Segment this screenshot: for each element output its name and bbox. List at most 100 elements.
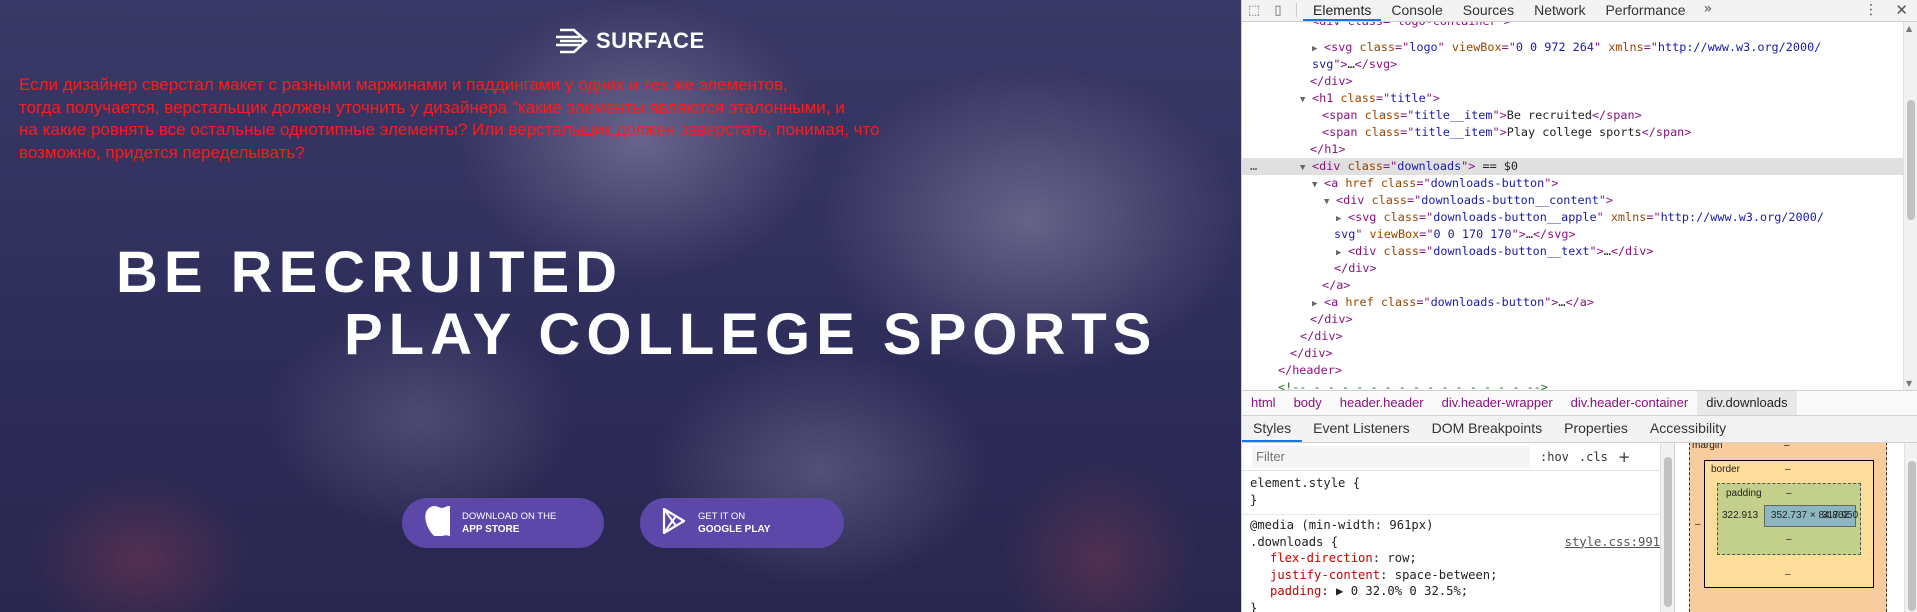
dom-node[interactable]: </header> [1242, 362, 1904, 379]
tab-properties[interactable]: Properties [1553, 415, 1639, 442]
google-play-button-text: GET IT ON GOOGLE PLAY [698, 510, 770, 536]
logo-text: SURFACE [596, 28, 705, 53]
box-model-scrollbar[interactable] [1904, 443, 1917, 612]
dom-node[interactable]: svg">…</svg> [1242, 56, 1904, 73]
scroll-thumb[interactable] [1664, 457, 1672, 607]
close-devtools-icon[interactable]: ✕ [1895, 0, 1908, 22]
inspect-element-icon[interactable]: ⬚ [1242, 0, 1266, 21]
breadcrumb-body[interactable]: body [1285, 391, 1331, 415]
dom-node[interactable]: ▶ <a href class="downloads-button">…</a> [1242, 294, 1904, 311]
question-line: Если дизайнер сверстал макет с разными м… [19, 75, 788, 94]
dom-node[interactable]: ▶ <div class="downloads-button__text">…</… [1242, 243, 1904, 260]
breadcrumb: html body header.header div.header-wrapp… [1242, 390, 1917, 416]
scroll-thumb[interactable] [1907, 100, 1915, 220]
hov-toggle-button[interactable]: :hov [1540, 450, 1569, 464]
rule-close-brace: } [1250, 600, 1258, 612]
dom-node[interactable]: </div> [1242, 345, 1904, 362]
scroll-down-arrow-icon[interactable]: ▼ [1906, 379, 1912, 388]
app-store-top-label: DOWNLOAD ON THE [462, 511, 557, 522]
styles-pane: :hov .cls + element.style { } @media (mi… [1242, 443, 1674, 612]
style-property[interactable]: padding: ▶ 0 32.0% 0 32.5%; [1250, 583, 1674, 600]
new-style-rule-button[interactable]: + [1618, 448, 1631, 466]
dom-node-selected[interactable]: … ▼ <div class="downloads"> == $0 [1242, 158, 1904, 175]
sidebar-tabs: Styles Event Listeners DOM Breakpoints P… [1242, 416, 1917, 443]
breadcrumb-downloads[interactable]: div.downloads [1697, 391, 1797, 415]
style-property[interactable]: flex-direction: row; [1250, 550, 1674, 567]
more-tabs-chevron-icon[interactable]: » [1696, 0, 1721, 21]
margin-left-value: – [1695, 519, 1701, 530]
box-model-padding[interactable]: padding – 322.913 352.737 × 84.862 317.9… [1717, 483, 1861, 555]
dom-node[interactable]: ▼ <a href class="downloads-button"> [1242, 175, 1904, 192]
dom-node[interactable]: </div> [1242, 260, 1904, 277]
website-viewport: SURFACE Если дизайнер сверстал макет с р… [0, 0, 1241, 612]
dom-node[interactable]: ▶ <svg class="logo" viewBox="0 0 972 264"… [1242, 39, 1904, 56]
dom-node[interactable]: </div> [1242, 328, 1904, 345]
tab-network[interactable]: Network [1524, 0, 1595, 21]
element-style-rule: element.style { } [1242, 471, 1674, 515]
element-style-selector[interactable]: element.style { [1250, 475, 1674, 492]
tab-console[interactable]: Console [1381, 0, 1452, 21]
dom-node[interactable]: <span class="title__item">Be recruited</… [1242, 107, 1904, 124]
padding-right-value: 317.950 [1822, 510, 1859, 521]
border-top-value: – [1785, 464, 1791, 475]
google-play-top-label: GET IT ON [698, 511, 746, 522]
dom-node[interactable]: <span class="title__item">Play college s… [1242, 124, 1904, 141]
tab-dom-breakpoints[interactable]: DOM Breakpoints [1421, 415, 1553, 442]
scroll-up-arrow-icon[interactable]: ▲ [1906, 24, 1912, 33]
device-toolbar-icon[interactable]: ▯ [1266, 0, 1290, 21]
dom-node[interactable]: <div class="logo-container"> [1242, 22, 1904, 39]
source-link[interactable]: style.css:991 [1565, 534, 1660, 551]
breadcrumb-html[interactable]: html [1242, 391, 1285, 415]
tab-performance[interactable]: Performance [1595, 0, 1695, 21]
app-store-button-text: DOWNLOAD ON THE APP STORE [462, 510, 556, 536]
breadcrumb-header-container[interactable]: div.header-container [1562, 391, 1698, 415]
margin-top-value: – [1784, 443, 1790, 451]
styles-scrollbar[interactable] [1660, 443, 1674, 612]
google-play-icon [662, 507, 686, 538]
dom-tree[interactable]: <div class="logo-container">▶<svg class=… [1242, 22, 1904, 390]
tab-event-listeners[interactable]: Event Listeners [1302, 415, 1421, 442]
dom-node[interactable]: ▼ <h1 class="title"> [1242, 90, 1904, 107]
tab-elements[interactable]: Elements [1303, 0, 1382, 21]
box-model-border[interactable]: border – – padding – 322.913 352.737 × 8… [1695, 460, 1874, 588]
dom-node[interactable]: ▶ <svg class="downloads-button__apple" xm… [1242, 209, 1904, 226]
dom-node[interactable]: ▼ <div class="downloads-button__content"> [1242, 192, 1904, 209]
google-play-download-button[interactable]: GET IT ON GOOGLE PLAY [640, 498, 844, 548]
border-label: border [1711, 464, 1740, 475]
dom-node[interactable]: </a> [1242, 277, 1904, 294]
breadcrumb-header-wrapper[interactable]: div.header-wrapper [1433, 391, 1562, 415]
padding-label: padding [1726, 488, 1762, 499]
styles-filter-row: :hov .cls + [1242, 443, 1674, 471]
box-model-margin[interactable]: margin – border – – padding – 322.913 35… [1689, 443, 1887, 612]
devtools-menu-icon[interactable]: ⋮ [1864, 0, 1878, 22]
dom-tree-scrollbar[interactable]: ▲ ▼ [1903, 22, 1917, 390]
scroll-thumb[interactable] [1908, 461, 1916, 611]
breadcrumb-header[interactable]: header.header [1331, 391, 1433, 415]
app-store-bottom-label: APP STORE [462, 524, 520, 535]
surface-logo-icon [556, 26, 590, 56]
media-query: @media (min-width: 961px) [1250, 518, 1434, 532]
question-line: возможно, придется переделывать? [19, 142, 305, 162]
node-actions-ellipsis-icon[interactable]: … [1250, 158, 1257, 175]
padding-bottom-value: – [1786, 534, 1792, 545]
tab-sources[interactable]: Sources [1453, 0, 1524, 21]
rule-selector[interactable]: .downloads { [1250, 535, 1338, 549]
devtools-panel: ⬚ ▯ Elements Console Sources Network Per… [1241, 0, 1917, 612]
padding-left-value: 322.913 [1722, 510, 1759, 521]
tab-styles[interactable]: Styles [1242, 415, 1303, 442]
site-logo[interactable]: SURFACE [556, 26, 705, 56]
styles-filter-input[interactable] [1252, 445, 1530, 468]
style-property[interactable]: justify-content: space-between; [1250, 567, 1674, 584]
cls-toggle-button[interactable]: .cls [1579, 450, 1608, 464]
padding-top-value: – [1786, 488, 1792, 499]
dom-node[interactable]: <!-- - - - - - - - - - - - - - - - --> [1242, 379, 1904, 390]
app-store-download-button[interactable]: DOWNLOAD ON THE APP STORE [402, 498, 604, 548]
toolbar-divider [1296, 3, 1297, 17]
tab-accessibility[interactable]: Accessibility [1639, 415, 1737, 442]
dom-node[interactable]: svg" viewBox="0 0 170 170">…</svg> [1242, 226, 1904, 243]
dom-node[interactable]: </h1> [1242, 141, 1904, 158]
margin-label: margin [1692, 443, 1723, 451]
question-line: тогда получается, верстальщик должен уто… [19, 97, 845, 117]
dom-node[interactable]: </div> [1242, 311, 1904, 328]
dom-node[interactable]: </div> [1242, 73, 1904, 90]
